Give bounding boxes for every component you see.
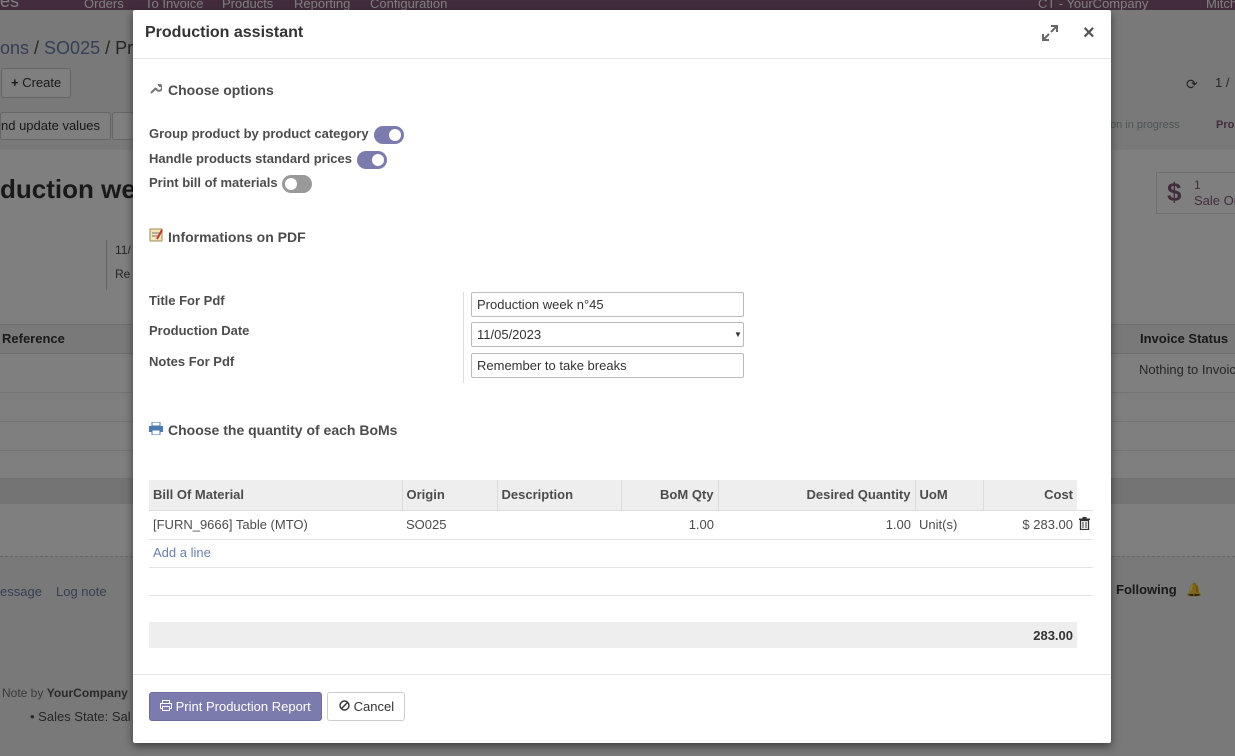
- print-production-report-button[interactable]: Print Production Report: [149, 692, 322, 721]
- notes-for-pdf-input[interactable]: [471, 353, 744, 378]
- bom-section-label: Choose the quantity of each BoMs: [168, 422, 398, 438]
- col-actions: [1077, 480, 1093, 511]
- title-for-pdf-label: Title For Pdf: [149, 293, 225, 308]
- production-date-label: Production Date: [149, 323, 250, 338]
- group-by-category-toggle[interactable]: [374, 126, 404, 144]
- options-section-label: Choose options: [168, 82, 274, 98]
- col-origin[interactable]: Origin: [401, 480, 497, 511]
- modal-footer: Print Production Report Cancel: [133, 674, 1111, 743]
- toggle-knob: [285, 178, 297, 190]
- modal-header: Production assistant ×: [133, 10, 1111, 59]
- production-date-input[interactable]: [471, 322, 744, 347]
- cell-desired-qty[interactable]: 1.00: [718, 510, 915, 540]
- add-a-line-link[interactable]: Add a line: [153, 545, 211, 560]
- cancel-button[interactable]: Cancel: [327, 692, 406, 721]
- cell-uom[interactable]: Unit(s): [915, 510, 983, 540]
- title-for-pdf-input[interactable]: [471, 292, 744, 317]
- cell-bom-qty[interactable]: 1.00: [621, 510, 718, 540]
- notepad-icon: [149, 228, 164, 245]
- caret-down-icon[interactable]: ▼: [734, 330, 742, 339]
- option-group-by-category-label: Group product by product category: [149, 126, 369, 141]
- option-standard-prices-label: Handle products standard prices: [149, 151, 352, 166]
- wrench-icon: [149, 82, 164, 98]
- bom-table: Bill Of Material Origin Description BoM …: [149, 480, 1093, 540]
- cell-origin[interactable]: SO025: [402, 510, 497, 540]
- col-bill-of-material[interactable]: Bill Of Material: [149, 480, 402, 511]
- trash-icon[interactable]: [1079, 517, 1090, 533]
- close-icon[interactable]: ×: [1083, 23, 1095, 43]
- row-divider: [149, 539, 1093, 540]
- standard-prices-toggle[interactable]: [357, 151, 387, 169]
- expand-icon[interactable]: [1041, 24, 1059, 42]
- ban-icon: [339, 699, 354, 714]
- total-cost: 283.00: [1033, 628, 1073, 643]
- cancel-button-label: Cancel: [353, 699, 395, 714]
- cell-bom[interactable]: [FURN_9666] Table (MTO): [149, 510, 402, 540]
- bom-table-header: Bill Of Material Origin Description BoM …: [149, 480, 1093, 511]
- col-desired-quantity[interactable]: Desired Quantity: [717, 480, 915, 511]
- printer-icon: [149, 421, 164, 438]
- options-section-title: Choose options: [149, 82, 274, 98]
- col-cost[interactable]: Cost: [982, 480, 1077, 511]
- col-description[interactable]: Description: [496, 480, 621, 511]
- form-separator: [463, 292, 464, 383]
- print-icon: [160, 699, 176, 714]
- row-divider: [149, 567, 1093, 568]
- pdf-section-label: Informations on PDF: [168, 229, 306, 245]
- toggle-knob: [372, 154, 384, 166]
- production-assistant-dialog: Production assistant × Choose options Gr…: [133, 10, 1111, 743]
- table-row[interactable]: [FURN_9666] Table (MTO) SO025 1.00 1.00 …: [149, 510, 1093, 540]
- table-footer-total: 283.00: [149, 622, 1077, 648]
- col-bom-qty[interactable]: BoM Qty: [620, 480, 718, 511]
- notes-for-pdf-label: Notes For Pdf: [149, 354, 235, 369]
- print-bom-toggle[interactable]: [282, 175, 312, 193]
- cell-description[interactable]: [497, 510, 621, 540]
- modal-title: Production assistant: [145, 24, 304, 41]
- bom-section-title: Choose the quantity of each BoMs: [149, 421, 398, 438]
- toggle-knob: [389, 129, 401, 141]
- option-print-bom-label: Print bill of materials: [149, 175, 278, 190]
- row-divider: [149, 595, 1093, 596]
- print-button-label: Print Production Report: [175, 699, 311, 714]
- pdf-section-title: Informations on PDF: [149, 228, 306, 245]
- col-uom[interactable]: UoM: [914, 480, 983, 511]
- cell-cost[interactable]: $ 283.00: [983, 510, 1077, 540]
